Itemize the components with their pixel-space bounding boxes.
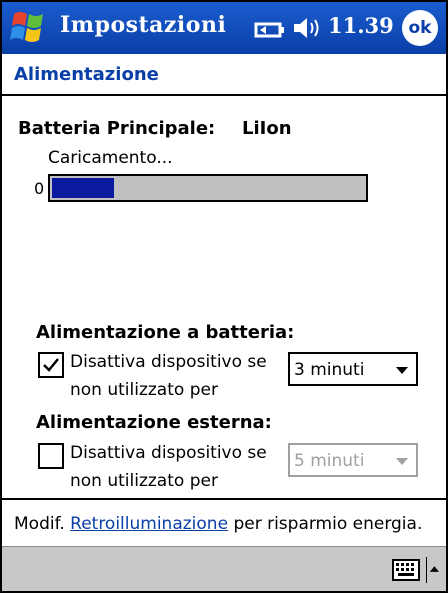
battery-label: Batteria Principale: xyxy=(18,118,216,139)
footer-divider xyxy=(2,498,446,500)
external-timeout-value: 5 minuti xyxy=(294,451,365,471)
battery-type: LiIon xyxy=(242,118,292,139)
external-power-desc-line2: non utilizzato per xyxy=(70,471,218,491)
external-power-heading: Alimentazione esterna: xyxy=(36,412,272,433)
battery-timeout-value: 3 minuti xyxy=(294,360,365,380)
chevron-down-icon xyxy=(396,458,408,465)
clock[interactable]: 11.39 xyxy=(328,13,394,38)
footer-suffix: per risparmio energia. xyxy=(233,514,423,534)
backlight-link[interactable]: Retroilluminazione xyxy=(70,514,228,534)
battery-progress-bar xyxy=(48,174,368,202)
external-timeout-select[interactable]: 5 minuti xyxy=(288,443,418,477)
battery-progress-fill xyxy=(52,178,114,198)
chevron-up-icon[interactable] xyxy=(426,557,440,583)
window-title: Impostazioni xyxy=(60,12,227,38)
external-power-desc-line1: Disattiva dispositivo se xyxy=(70,443,267,463)
speaker-icon[interactable] xyxy=(292,14,324,42)
title-bar: Impostazioni 11.39 ok xyxy=(2,2,446,54)
footer-text: Modif. Retroilluminazione per risparmio … xyxy=(14,514,422,534)
menu-bar xyxy=(2,546,446,591)
checkmark-icon xyxy=(43,358,59,372)
battery-power-checkbox[interactable] xyxy=(38,352,64,378)
battery-power-heading: Alimentazione a batteria: xyxy=(36,322,295,343)
battery-power-desc-line2: non utilizzato per xyxy=(70,380,218,400)
page-header: Alimentazione xyxy=(2,54,446,96)
charging-status: Caricamento... xyxy=(48,148,173,168)
ok-button[interactable]: ok xyxy=(402,10,438,46)
footer-prefix: Modif. xyxy=(14,514,65,534)
windows-start-icon[interactable] xyxy=(8,8,50,48)
page-title: Alimentazione xyxy=(14,64,159,85)
battery-power-desc-line1: Disattiva dispositivo se xyxy=(70,352,267,372)
progress-min-label: 0 xyxy=(34,179,45,198)
screen: Impostazioni 11.39 ok Alimentazione Batt… xyxy=(2,2,446,591)
chevron-down-icon xyxy=(396,367,408,374)
battery-timeout-select[interactable]: 3 minuti xyxy=(288,352,418,386)
external-power-checkbox[interactable] xyxy=(38,443,64,469)
keyboard-icon[interactable] xyxy=(392,559,420,581)
connectivity-icon[interactable] xyxy=(254,20,286,38)
